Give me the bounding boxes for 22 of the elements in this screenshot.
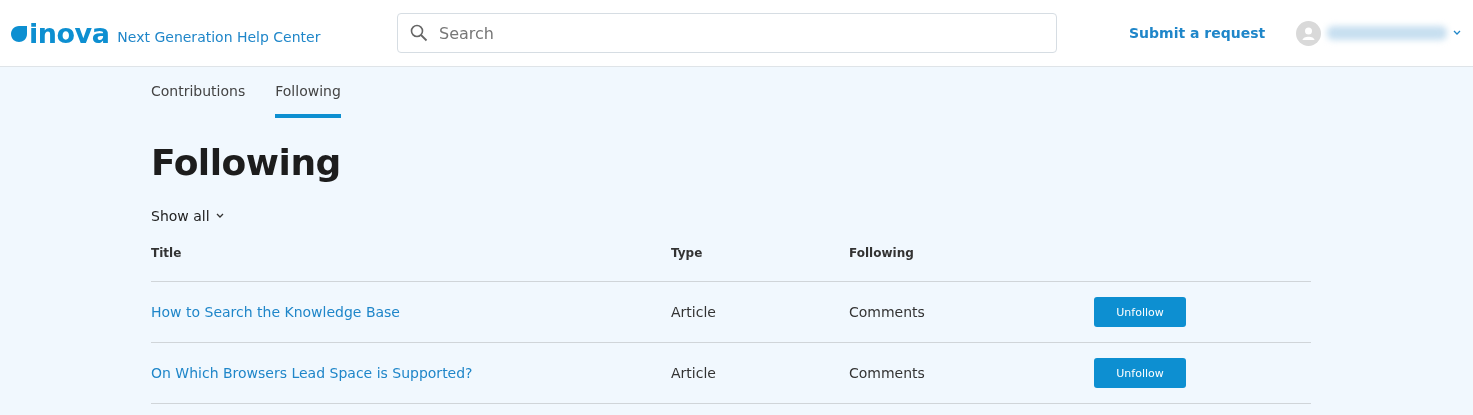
article-link[interactable]: On Which Browsers Lead Space is Supported? bbox=[151, 365, 473, 382]
article-link[interactable]: How to Search the Knowledge Base bbox=[151, 304, 400, 321]
drop-icon bbox=[10, 23, 28, 43]
table-cell: Article bbox=[671, 365, 716, 382]
chevron-down-icon[interactable] bbox=[1453, 30, 1462, 36]
table-cell: Article bbox=[671, 304, 716, 321]
tab[interactable]: Following bbox=[275, 83, 341, 118]
page-heading: Following bbox=[151, 141, 342, 185]
search-field[interactable]: Search bbox=[397, 13, 1057, 53]
column-header: Title bbox=[151, 246, 182, 261]
filter-dropdown[interactable]: Show all bbox=[151, 208, 224, 225]
column-header: Type bbox=[671, 246, 703, 261]
column-header: Following bbox=[849, 246, 914, 261]
tab[interactable]: Contributions bbox=[151, 83, 246, 118]
chevron-down-icon bbox=[215, 213, 224, 220]
table-cell: Comments bbox=[849, 365, 925, 382]
submit-request-link[interactable]: Submit a request bbox=[1129, 25, 1266, 41]
logo[interactable]: inova bbox=[29, 19, 110, 47]
table-cell: Comments bbox=[849, 304, 925, 321]
site-title: Next Generation Help Center bbox=[117, 29, 321, 45]
unfollow-button[interactable]: Unfollow bbox=[1094, 358, 1186, 389]
unfollow-button[interactable]: Unfollow bbox=[1094, 297, 1186, 328]
